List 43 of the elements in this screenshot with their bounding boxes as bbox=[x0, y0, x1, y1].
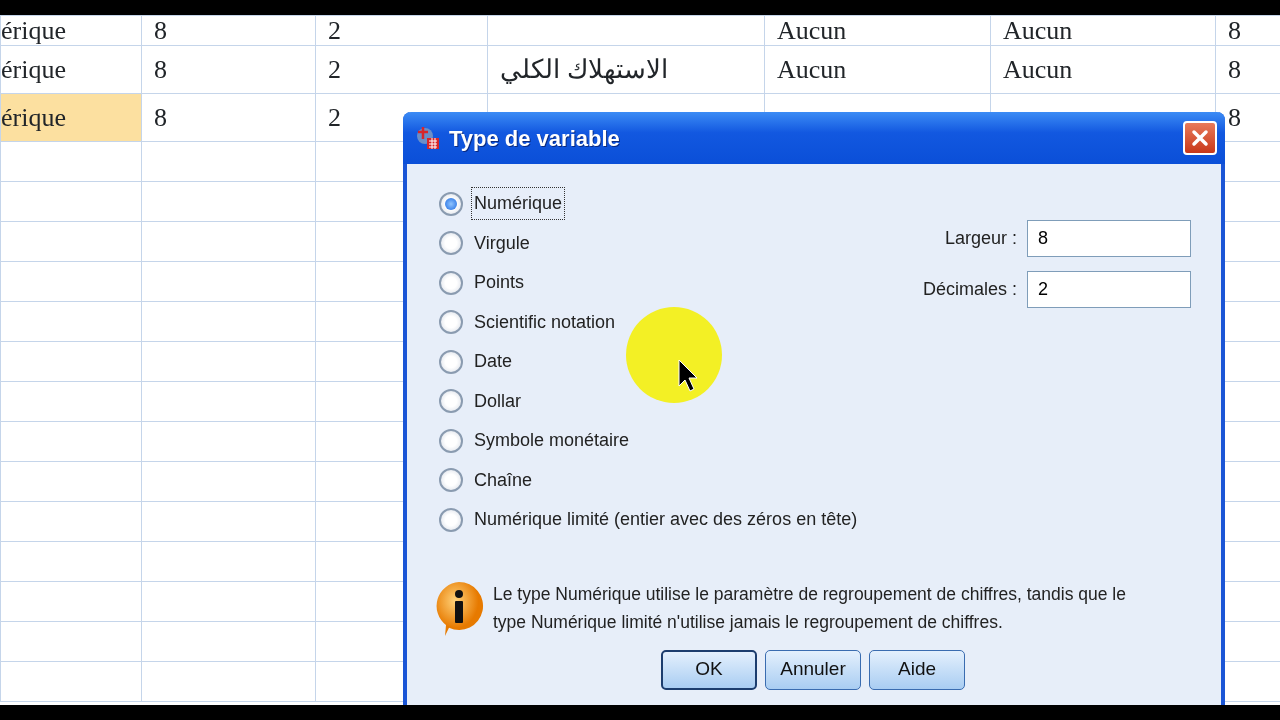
radio-button[interactable] bbox=[439, 389, 463, 414]
input-field[interactable]: 2 bbox=[1027, 271, 1191, 308]
radio-label[interactable]: Dollar bbox=[471, 384, 524, 418]
dialog-button[interactable]: OK bbox=[661, 649, 757, 690]
close-icon bbox=[1191, 129, 1209, 147]
radio-label[interactable]: Symbole monétaire bbox=[471, 424, 633, 458]
table-cell: Aucun bbox=[764, 45, 991, 94]
radio-label[interactable]: Virgule bbox=[471, 226, 533, 260]
radio-button[interactable] bbox=[439, 349, 463, 374]
table-cell: الاستهلاك الكلي bbox=[487, 45, 765, 94]
radio-label[interactable]: Date bbox=[471, 345, 516, 379]
field-label: Largeur : bbox=[944, 227, 1017, 250]
app-icon bbox=[415, 125, 441, 151]
radio-label[interactable]: Numérique limité (entier avec des zéros en tête) bbox=[471, 503, 861, 537]
dialog-button[interactable]: Aide bbox=[869, 649, 965, 690]
radio-button[interactable] bbox=[439, 310, 463, 335]
table-cell: Aucun bbox=[764, 15, 991, 46]
radio-button[interactable] bbox=[439, 191, 463, 216]
radio-label[interactable]: Points bbox=[471, 266, 528, 300]
radio-button[interactable] bbox=[439, 270, 463, 295]
radio-button[interactable] bbox=[439, 428, 463, 453]
close-button[interactable] bbox=[1183, 121, 1217, 155]
table-cell: 2 bbox=[315, 15, 488, 46]
input-field[interactable]: 8 bbox=[1027, 220, 1191, 257]
dialog-button[interactable]: Annuler bbox=[765, 649, 861, 690]
table-cell: Aucun bbox=[990, 15, 1216, 46]
table-cell: érique bbox=[0, 93, 142, 142]
table-cell: 2 bbox=[315, 45, 488, 94]
radio-label[interactable]: Scientific notation bbox=[471, 305, 619, 339]
table-cell: Aucun bbox=[990, 45, 1216, 94]
table-cell: érique bbox=[0, 15, 142, 46]
info-text: Le type Numérique utilise le paramètre de regroupement de chiffres, tandis que le type Numérique limité n'utilise jamais le regroupement de chiffres. bbox=[493, 582, 1127, 634]
radio-label[interactable]: Numérique bbox=[471, 187, 566, 221]
radio-button[interactable] bbox=[439, 231, 463, 256]
table-cell: 8 bbox=[141, 15, 316, 46]
table-cell: 8 bbox=[141, 93, 316, 142]
table-cell: 8 bbox=[141, 45, 316, 94]
table-cell: 8 bbox=[1215, 15, 1280, 46]
radio-label[interactable]: Chaîne bbox=[471, 463, 536, 497]
field-label: Décimales : bbox=[922, 278, 1017, 301]
radio-button[interactable] bbox=[439, 468, 463, 493]
table-cell: érique bbox=[0, 45, 142, 94]
radio-button[interactable] bbox=[439, 507, 463, 532]
